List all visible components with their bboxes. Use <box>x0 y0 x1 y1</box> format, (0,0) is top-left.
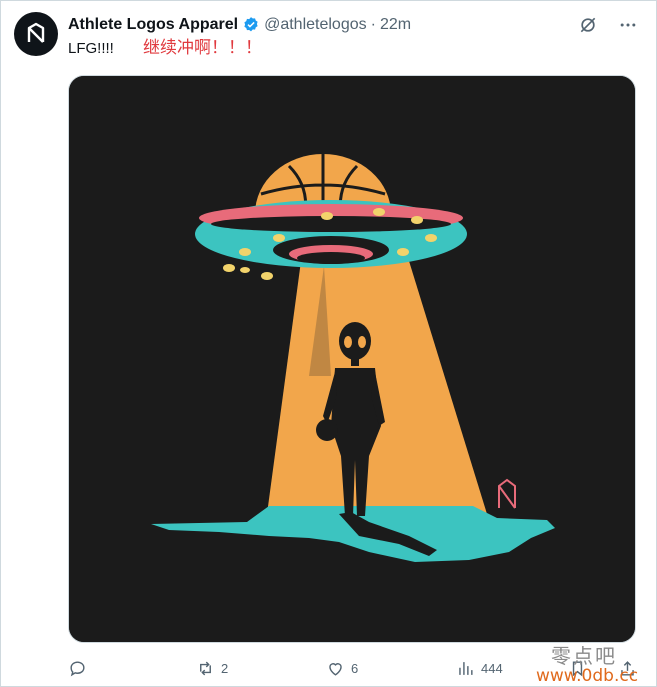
top-actions <box>577 14 639 36</box>
retweet-icon <box>200 661 211 675</box>
watermark-cn-text: 零点吧 <box>551 644 617 668</box>
views-chart-icon <box>459 661 473 675</box>
grok-icon[interactable] <box>577 14 599 36</box>
post-image[interactable] <box>68 75 636 643</box>
user-handle[interactable]: @athletelogos <box>264 16 367 34</box>
avatar[interactable] <box>14 12 58 56</box>
views-count: 444 <box>481 660 503 676</box>
post-timestamp[interactable]: 22m <box>380 16 411 34</box>
reply-button[interactable] <box>68 656 93 680</box>
retweet-count: 2 <box>221 660 229 676</box>
display-name[interactable]: Athlete Logos Apparel <box>68 16 238 34</box>
retweet-button[interactable]: 2 <box>196 656 228 680</box>
annotation-text: 继续冲啊！！！ <box>143 38 262 58</box>
more-options-icon[interactable] <box>617 14 639 36</box>
post-text: LFG!!!! <box>68 40 114 57</box>
like-count: 6 <box>351 660 359 676</box>
views-button[interactable]: 444 <box>456 656 503 680</box>
ufo-alien-basketball-illustration <box>69 76 635 642</box>
verified-badge-icon[interactable] <box>242 16 260 34</box>
heart-icon <box>329 662 342 676</box>
reply-icon <box>70 660 85 676</box>
like-button[interactable]: 6 <box>326 656 358 680</box>
athlete-logos-logo-icon <box>27 22 45 43</box>
separator-dot: · <box>370 16 376 33</box>
watermark-url-text: www.0db.cc <box>536 666 639 686</box>
